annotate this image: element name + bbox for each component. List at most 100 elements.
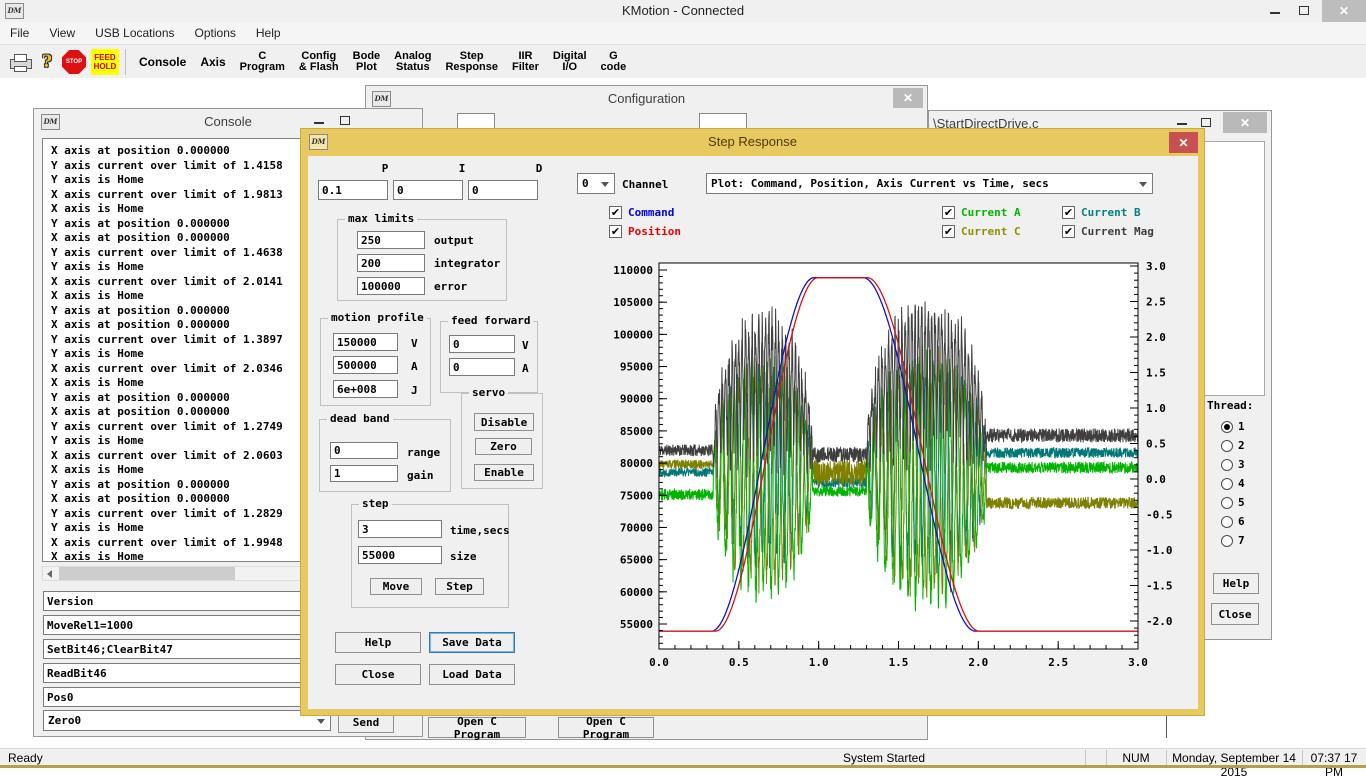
toolbar-button-config-flash[interactable]: Config & Flash	[292, 51, 346, 73]
maximize-icon[interactable]	[1299, 6, 1309, 15]
help-button[interactable]: Help	[335, 632, 421, 653]
checkbox-mark: ✔	[609, 206, 622, 219]
thread-radio-group: 1234567	[1221, 417, 1245, 550]
open-c-program-button[interactable]: Open C Program	[428, 717, 526, 738]
svg-text:75000: 75000	[620, 489, 653, 502]
servo-zero-button[interactable]: Zero	[475, 438, 532, 455]
toolbar-button-digital-i-o[interactable]: Digital I/O	[546, 51, 594, 73]
print-icon[interactable]	[10, 54, 30, 70]
menu-item-usb-locations[interactable]: USB Locations	[85, 22, 184, 44]
svg-text:1.0: 1.0	[809, 656, 829, 669]
thread-radio-4[interactable]: 4	[1221, 474, 1245, 493]
velocity-field[interactable]	[333, 333, 398, 351]
maximize-icon[interactable]	[340, 116, 350, 125]
scroll-left-icon[interactable]	[47, 570, 52, 578]
maximize-icon[interactable]	[1201, 118, 1211, 127]
max-output-field[interactable]	[357, 231, 425, 249]
toolbar-button-step-response[interactable]: Step Response	[438, 51, 505, 73]
servo-enable-button[interactable]: Enable	[474, 464, 534, 481]
checkbox-mark: ✔	[942, 225, 955, 238]
jerk-field[interactable]	[333, 380, 398, 398]
i-gain-field[interactable]	[393, 180, 463, 200]
toolbar-button-axis[interactable]: Axis	[193, 57, 232, 68]
svg-text:70000: 70000	[620, 521, 653, 534]
console-command-input[interactable]	[43, 639, 331, 659]
group-title: step	[359, 497, 392, 510]
help-icon[interactable]: ?	[42, 52, 52, 72]
thread-radio-6[interactable]: 6	[1221, 512, 1245, 531]
svg-text:1.5: 1.5	[1146, 367, 1166, 380]
feed-hold-icon[interactable]: FEED HOLD	[91, 49, 119, 75]
chevron-down-icon	[1139, 182, 1147, 187]
step-response-window: DM Step Response ✕ P I D 0 Channel Plot:…	[300, 128, 1205, 716]
thread-radio-3[interactable]: 3	[1221, 455, 1245, 474]
close-icon[interactable]: ✕	[1322, 0, 1366, 22]
save-data-button[interactable]: Save Data	[429, 632, 515, 653]
current-a-checkbox[interactable]: ✔Current A	[942, 206, 1021, 219]
toolbar-button-console[interactable]: Console	[132, 57, 193, 68]
menu-item-help[interactable]: Help	[246, 22, 291, 44]
thread-radio-1[interactable]: 1	[1221, 417, 1245, 436]
console-command-input[interactable]	[43, 687, 331, 707]
console-command-input[interactable]	[43, 663, 331, 683]
toolbar-button-bode-plot[interactable]: Bode Plot	[346, 51, 388, 73]
console-command-input[interactable]	[43, 591, 331, 611]
scrollbar-thumb[interactable]	[59, 567, 235, 580]
current-b-checkbox[interactable]: ✔Current B	[1062, 206, 1141, 219]
dead-band-range-field[interactable]	[330, 442, 398, 459]
dead-band-gain-field[interactable]	[330, 465, 398, 482]
svg-text:105000: 105000	[613, 296, 653, 309]
editor-help-button[interactable]: Help	[1213, 573, 1259, 594]
menu-item-options[interactable]: Options	[185, 22, 246, 44]
current-mag-checkbox[interactable]: ✔Current Mag	[1062, 225, 1154, 238]
step-button[interactable]: Step	[435, 578, 484, 595]
p-label: P	[350, 162, 420, 175]
open-c-program-button[interactable]: Open C Program	[558, 717, 654, 738]
close-button[interactable]: Close	[335, 664, 421, 685]
thread-radio-2[interactable]: 2	[1221, 436, 1245, 455]
status-num-lock: NUM	[1106, 751, 1166, 765]
stop-icon[interactable]: STOP	[62, 50, 86, 74]
move-button[interactable]: Move	[370, 578, 422, 595]
console-command-input[interactable]	[43, 615, 331, 635]
thread-radio-5[interactable]: 5	[1221, 493, 1245, 512]
step-time-field[interactable]	[358, 520, 442, 538]
acceleration-field[interactable]	[333, 356, 398, 374]
position-checkbox[interactable]: ✔Position	[609, 225, 681, 238]
toolbar-button-g-code[interactable]: G code	[594, 51, 634, 73]
max-error-field[interactable]	[357, 277, 425, 295]
close-icon[interactable]: ✕	[1223, 112, 1267, 133]
editor-close-button[interactable]: Close	[1211, 603, 1259, 625]
d-gain-field[interactable]	[468, 180, 538, 200]
step-size-field[interactable]	[358, 546, 442, 564]
menu-item-view[interactable]: View	[39, 22, 85, 44]
toolbar-button-iir-filter[interactable]: IIR Filter	[505, 51, 546, 73]
ff-velocity-field[interactable]	[449, 335, 515, 353]
plot-mode-combobox[interactable]: Plot: Command, Position, Axis Current vs…	[706, 173, 1153, 194]
checkbox-mark: ✔	[1062, 225, 1075, 238]
main-titlebar: DM KMotion - Connected ✕	[0, 0, 1366, 22]
minimize-icon[interactable]	[1270, 12, 1280, 14]
console-command-combobox[interactable]: Zero0	[43, 710, 331, 731]
channel-combobox[interactable]: 0	[577, 173, 615, 194]
servo-disable-button[interactable]: Disable	[474, 413, 534, 431]
toolbar-button-c-program[interactable]: C Program	[233, 51, 292, 73]
p-gain-field[interactable]	[318, 180, 388, 200]
command-checkbox[interactable]: ✔Command	[609, 206, 674, 219]
minimize-icon[interactable]	[314, 122, 324, 124]
close-icon[interactable]: ✕	[893, 88, 923, 108]
minimize-icon[interactable]	[1177, 123, 1187, 125]
load-data-button[interactable]: Load Data	[429, 664, 515, 685]
toolbar-button-analog-status[interactable]: Analog Status	[387, 51, 438, 73]
thread-radio-7[interactable]: 7	[1221, 531, 1245, 550]
svg-text:3.0: 3.0	[1146, 260, 1166, 273]
current-c-checkbox[interactable]: ✔Current C	[942, 225, 1021, 238]
ff-acceleration-field[interactable]	[449, 358, 515, 376]
field-label: J	[411, 384, 418, 397]
svg-text:-1.5: -1.5	[1146, 580, 1173, 593]
svg-text:100000: 100000	[613, 328, 653, 341]
max-integrator-field[interactable]	[357, 254, 425, 272]
combobox-value: 0	[582, 177, 589, 190]
close-icon[interactable]: ✕	[1169, 132, 1198, 153]
menu-item-file[interactable]: File	[0, 22, 39, 44]
